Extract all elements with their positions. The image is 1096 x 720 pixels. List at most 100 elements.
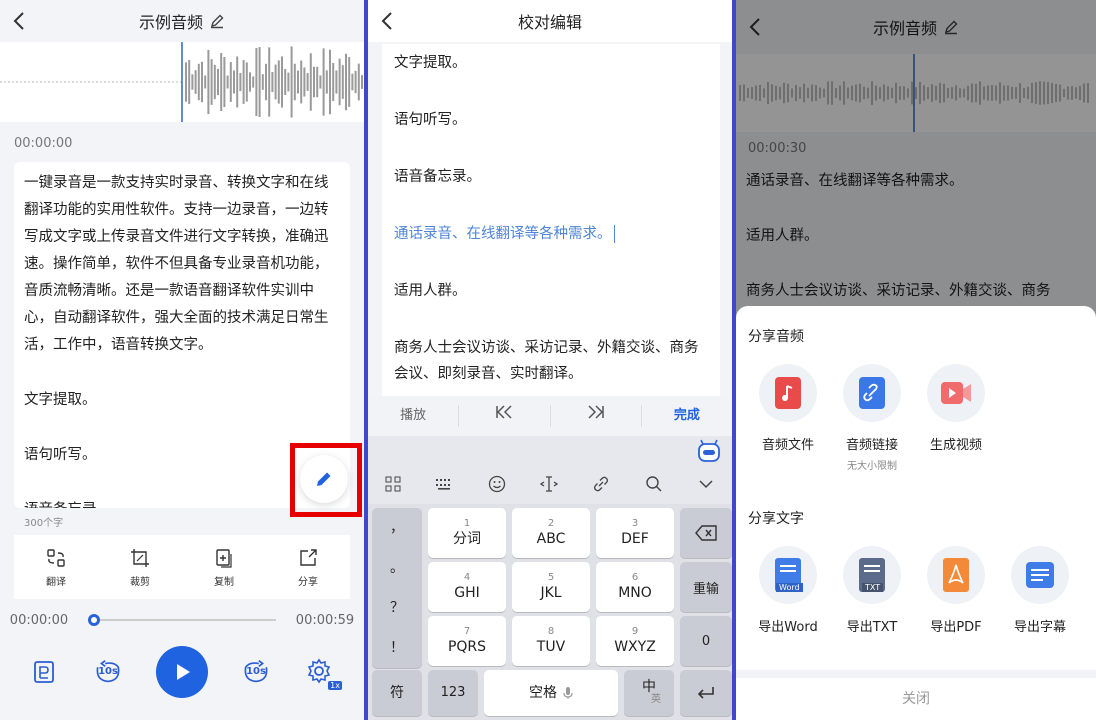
share-item-label: 音频文件 [761, 438, 814, 453]
share-text-title: 分享文字 [748, 511, 804, 527]
crop-icon [131, 548, 149, 567]
txt-badge: TXT [862, 583, 884, 592]
translate-button[interactable]: 翻译 [14, 535, 98, 599]
skip-next-icon [588, 405, 604, 419]
speed-badge: 1x [328, 681, 342, 690]
pencil-icon [317, 472, 331, 486]
back-icon[interactable] [10, 9, 30, 33]
playback-controls: 10s 10s 1x [0, 642, 364, 702]
done-button[interactable]: 完成 [642, 405, 732, 427]
export-txt-button[interactable]: TXT 导出TXT [832, 546, 912, 635]
symbol-key[interactable]: 符 [372, 670, 422, 716]
settings-button[interactable]: 1x [304, 656, 342, 690]
text-caret [613, 225, 615, 243]
transcript-mode-button[interactable] [28, 656, 60, 688]
edit-toolbar: 播放 完成 [368, 396, 732, 436]
edit-line: 适用人群。 [394, 283, 467, 299]
play-segment-button[interactable]: 播放 [368, 405, 460, 427]
share-item-label: 导出Word [758, 620, 818, 635]
subtitle-icon [1026, 562, 1054, 588]
share-generate-video-button[interactable]: 生成视频 [916, 364, 996, 453]
edit-textarea[interactable]: 文字提取。 语句听写。 语音备忘录。 通话录音、在线翻译等各种需求。 适用人群。… [382, 44, 720, 396]
next-segment-button[interactable] [551, 405, 642, 427]
play-icon [177, 664, 190, 680]
music-file-icon [775, 377, 801, 409]
share-item-label: 导出字幕 [1013, 620, 1066, 635]
key-6[interactable]: 6 MNO [596, 562, 674, 612]
share-item-sublabel: 无大小限制 [847, 461, 897, 472]
backspace-key[interactable] [680, 508, 732, 558]
key-4[interactable]: 4 GHI [428, 562, 506, 612]
crop-button[interactable]: 裁剪 [98, 535, 182, 599]
search-icon[interactable] [645, 475, 663, 493]
link-icon [859, 377, 885, 409]
play-button[interactable] [156, 646, 208, 698]
copy-button[interactable]: 复制 [182, 535, 266, 599]
key-8[interactable]: 8 TUV [512, 616, 590, 666]
copy-icon [216, 548, 232, 568]
punct-key[interactable]: ？ [390, 599, 404, 617]
share-audio-link-button[interactable]: 音频链接 无大小限制 [832, 364, 912, 472]
share-item-label: 音频链接 [845, 438, 898, 453]
transcript-paragraph: 文字提取。 [24, 392, 97, 408]
punct-key[interactable]: 。 [390, 559, 404, 577]
video-icon [941, 382, 971, 404]
key-9[interactable]: 9 WXYZ [596, 616, 674, 666]
progress-row: 00:00:00 00:00:59 [0, 606, 364, 634]
pdf-file-icon [943, 558, 969, 592]
skip-forward-button[interactable]: 10s [240, 656, 272, 688]
key-3[interactable]: 3 DEF [596, 508, 674, 558]
share-panel: 示例音频 00:00:30 通话录音、在线翻译等各种需求。 适用人群。 商务人士… [736, 0, 1096, 720]
cursor-move-icon[interactable] [539, 475, 558, 493]
export-word-button[interactable]: Word 导出Word [748, 546, 828, 635]
key-7[interactable]: 7 PQRS [428, 616, 506, 666]
progress-start-time: 00:00:00 [9, 612, 69, 628]
transcript-paragraph: 一键录音是一款支持实时录音、转换文字和在线翻译功能的实用性软件。支持一边录音，一… [24, 175, 329, 353]
edit-line: 商务人士会议访谈、采访记录、外籍交谈、商务会议、即刻录音、实时翻译。 [394, 340, 699, 382]
skip-back-button[interactable]: 10s [92, 656, 124, 688]
share-audio-file-button[interactable]: 音频文件 [748, 364, 828, 453]
skip-previous-icon [496, 405, 512, 419]
skip-forward-label: 10s [246, 666, 266, 677]
keyboard-icon[interactable] [435, 477, 453, 491]
share-button[interactable]: 分享 [266, 535, 350, 599]
export-pdf-button[interactable]: 导出PDF [916, 546, 996, 635]
top-bar: 校对编辑 [368, 0, 732, 42]
key-1[interactable]: 1 分词 [428, 508, 506, 558]
close-button[interactable]: 关闭 [736, 670, 1096, 720]
edit-line: 语音备忘录。 [394, 169, 481, 185]
backspace-icon [695, 525, 717, 541]
export-subtitle-button[interactable]: 导出字幕 [1000, 546, 1080, 635]
link-icon[interactable] [592, 475, 610, 493]
edit-title-icon[interactable] [209, 13, 225, 29]
share-audio-title: 分享音频 [748, 329, 804, 345]
document-icon [34, 661, 54, 683]
skip-back-label: 10s [98, 666, 118, 677]
char-count: 300个字 [24, 518, 64, 529]
space-key[interactable]: 空格 [484, 670, 618, 716]
page-title: 示例音频 [138, 13, 203, 32]
share-sheet: 分享音频 音频文件 音频链接 无大小限制 生成视频 分享文字 Word 导出Wo… [736, 306, 1096, 720]
punct-key[interactable]: ， [390, 519, 404, 537]
progress-slider[interactable] [88, 614, 276, 626]
punct-key[interactable]: ！ [390, 639, 404, 657]
prev-segment-button[interactable] [459, 405, 551, 427]
progress-end-time: 00:00:59 [295, 612, 355, 628]
key-5[interactable]: 5 JKL [512, 562, 590, 612]
edit-fab-button[interactable] [300, 455, 348, 503]
emoji-icon[interactable] [488, 475, 506, 493]
share-item-label: 生成视频 [929, 438, 982, 453]
number-switch-key[interactable]: 123 [428, 670, 478, 716]
waveform[interactable] [0, 42, 364, 122]
language-switch-key[interactable]: 中 英 [624, 670, 674, 716]
key-2[interactable]: 2 ABC [512, 508, 590, 558]
punctuation-column[interactable]: ， 。 ？ ！ [372, 508, 422, 668]
assistant-robot-icon[interactable] [696, 438, 722, 464]
chevron-down-icon[interactable] [697, 475, 715, 493]
zero-key[interactable]: 0 [680, 616, 732, 666]
back-icon[interactable] [378, 9, 398, 33]
enter-key[interactable] [680, 670, 732, 716]
progress-knob[interactable] [88, 614, 100, 626]
reenter-key[interactable]: 重输 [680, 562, 732, 612]
grid-icon[interactable] [385, 476, 401, 492]
